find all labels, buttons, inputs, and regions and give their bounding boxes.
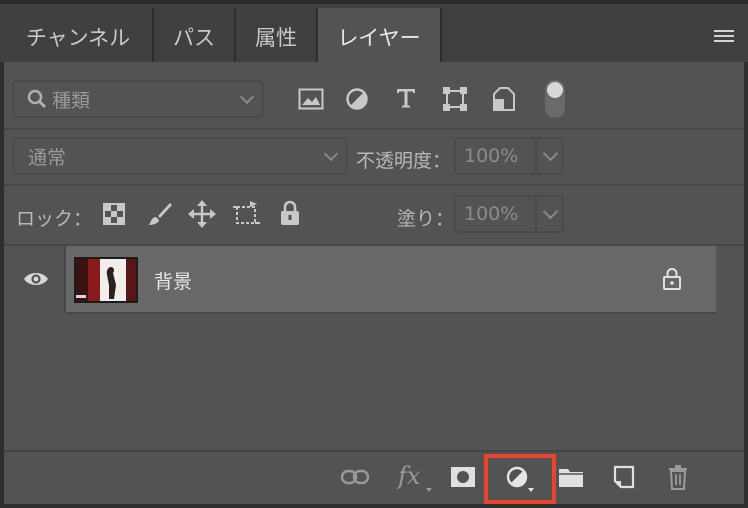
fill-label: 塗り： [397, 208, 455, 230]
chevron-down-icon [323, 146, 339, 162]
eye-icon[interactable] [23, 270, 49, 288]
tab-properties[interactable]: 属性 [236, 8, 318, 66]
tab-label: レイヤー [337, 26, 421, 50]
lock-position-move-icon[interactable] [188, 200, 216, 228]
smart-object-filter-icon[interactable] [492, 86, 516, 112]
panel-tab-bar: チャンネル パス 属性 レイヤー [0, 0, 748, 66]
delete-layer-trash-icon[interactable] [667, 464, 689, 490]
tab-layers[interactable]: レイヤー [318, 8, 442, 66]
type-filter-icon[interactable] [395, 87, 417, 109]
lock-artboard-nesting-icon[interactable] [232, 200, 262, 228]
opacity-field[interactable]: 100% [454, 137, 564, 175]
lock-label: ロック： [16, 208, 93, 230]
blend-mode-select[interactable]: 通常 [12, 137, 348, 175]
blend-mode-value: 通常 [28, 146, 67, 169]
shape-filter-icon[interactable] [442, 86, 468, 112]
add-mask-icon[interactable] [450, 466, 476, 488]
divider [66, 312, 716, 314]
layers-bottom-toolbar: fx [4, 452, 744, 504]
tab-label: パス [173, 26, 215, 50]
filter-toggle-switch[interactable] [545, 80, 565, 118]
layer-thumbnail-image [76, 259, 136, 301]
layer-visibility-cell[interactable] [4, 246, 66, 312]
layer-lock-icon[interactable] [662, 267, 682, 291]
divider [4, 184, 744, 186]
toggle-knob [547, 82, 563, 98]
search-icon [27, 89, 47, 109]
opacity-value: 100% [464, 145, 519, 167]
tab-label: 属性 [255, 26, 297, 50]
chevron-down-icon [239, 89, 255, 105]
lock-all-icon[interactable] [280, 200, 300, 226]
dropdown-triangle-icon [426, 488, 432, 492]
lock-image-pixels-brush-icon[interactable] [147, 201, 173, 227]
divider [4, 128, 744, 130]
filter-kind-label: 種類 [52, 89, 91, 112]
image-filter-icon[interactable] [298, 88, 324, 110]
highlight-box [484, 454, 556, 504]
new-group-folder-icon[interactable] [558, 466, 584, 488]
tab-paths[interactable]: パス [154, 8, 236, 66]
opacity-label: 不透明度： [356, 150, 452, 172]
layers-panel: 種類 通常 不透明度： 100% ロック： 塗り： 100% 背景 fx [4, 62, 744, 504]
layer-style-fx-button[interactable]: fx [398, 462, 420, 490]
panel-menu-icon[interactable] [714, 30, 734, 44]
tab-channels[interactable]: チャンネル [4, 8, 154, 66]
adjustment-filter-icon[interactable] [345, 87, 369, 111]
tab-label: チャンネル [25, 26, 131, 50]
lock-transparent-pixels-icon[interactable] [103, 203, 125, 225]
fill-value: 100% [464, 203, 519, 225]
fx-label: fx [398, 462, 421, 490]
fill-field[interactable]: 100% [454, 195, 564, 233]
filter-kind-select[interactable]: 種類 [12, 80, 264, 118]
layer-thumbnail[interactable] [74, 257, 138, 303]
fill-dropdown-button[interactable] [535, 197, 562, 231]
opacity-dropdown-button[interactable] [535, 139, 562, 173]
link-layers-icon[interactable] [340, 468, 370, 486]
layer-name[interactable]: 背景 [154, 267, 192, 294]
new-layer-icon[interactable] [613, 465, 635, 489]
